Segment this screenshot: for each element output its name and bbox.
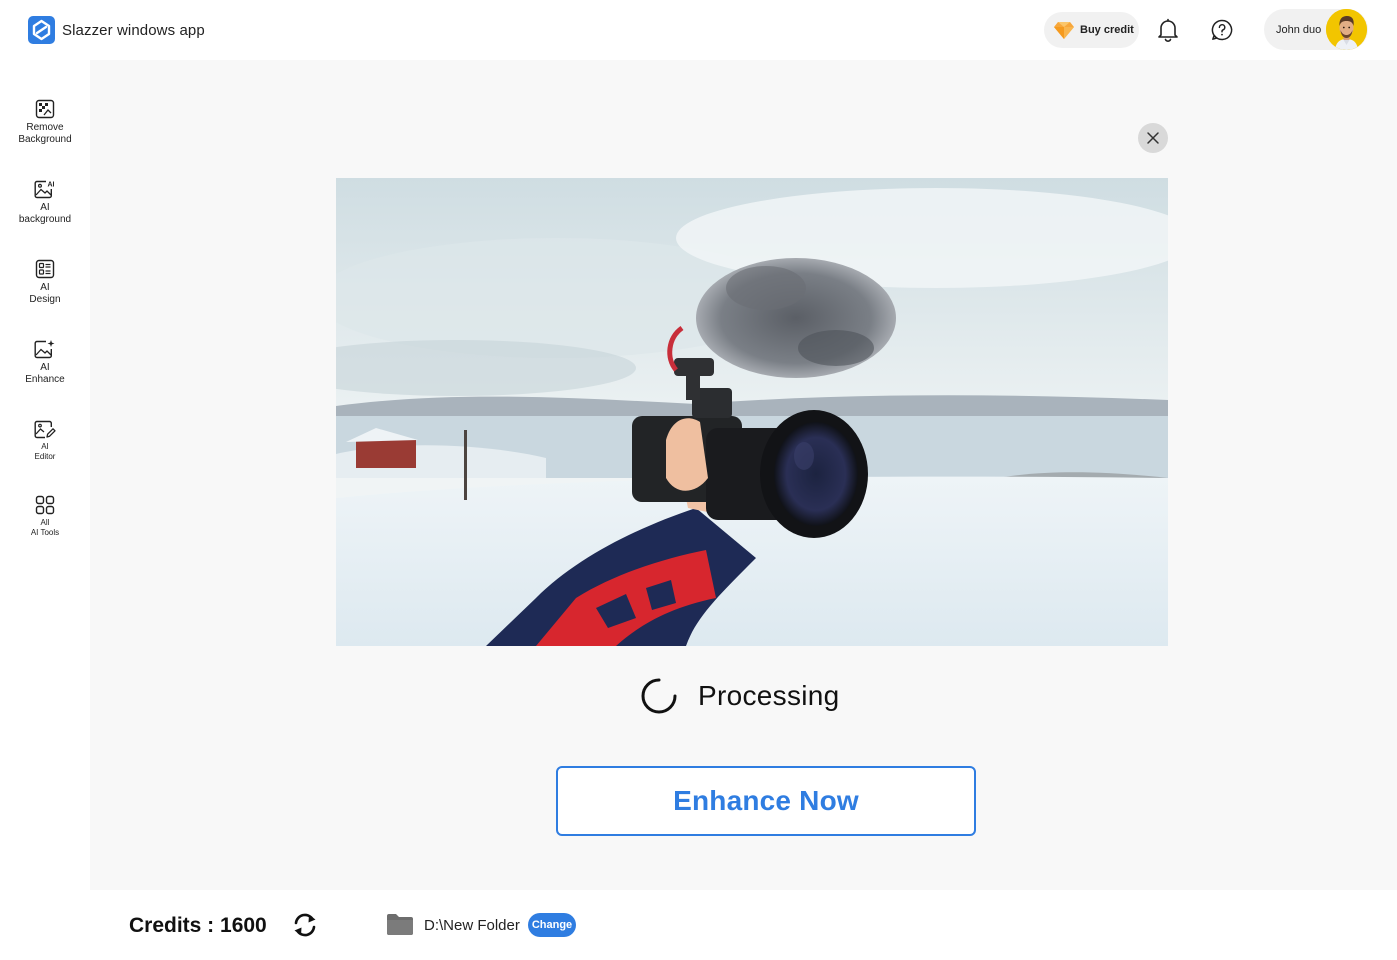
sidebar-item-remove-background[interactable]: Remove Background — [0, 98, 90, 146]
slazzer-logo-icon — [28, 16, 55, 44]
diamond-icon — [1054, 22, 1074, 39]
processing-status: Processing — [640, 677, 840, 715]
user-name: John duo — [1276, 23, 1322, 36]
bell-icon — [1158, 18, 1178, 42]
sidebar-item-ai-enhance[interactable]: AI Enhance — [0, 338, 90, 386]
help-button[interactable] — [1208, 16, 1236, 44]
sidebar-item-ai-design[interactable]: AI Design — [0, 258, 90, 306]
spinner-icon — [641, 678, 677, 714]
change-folder-button[interactable]: Change — [528, 913, 576, 937]
help-question-icon — [1211, 19, 1233, 41]
workspace: Processing Enhance Now — [90, 60, 1397, 890]
sidebar-item-label: AI background — [18, 202, 72, 225]
sidebar-item-label: AI Design — [29, 282, 61, 305]
buy-credit-button[interactable]: Buy credit — [1044, 12, 1139, 48]
processing-text: Processing — [698, 680, 840, 711]
ai-background-icon: AI — [34, 178, 56, 200]
ai-design-icon — [34, 258, 56, 280]
user-menu[interactable]: John duo — [1264, 9, 1368, 50]
avatar — [1326, 9, 1367, 50]
sidebar-item-label: Remove Background — [18, 122, 72, 145]
folder-icon — [387, 914, 413, 935]
output-folder-path: D:\New Folder — [424, 917, 520, 934]
svg-text:AI: AI — [48, 182, 55, 189]
close-icon — [1147, 132, 1159, 144]
sync-icon — [294, 913, 316, 937]
sidebar-item-label: All AI Tools — [30, 518, 60, 537]
app-title: Slazzer windows app — [62, 21, 205, 39]
enhance-now-button[interactable]: Enhance Now — [556, 766, 976, 836]
sidebar-item-all-ai-tools[interactable]: All AI Tools — [0, 494, 90, 538]
ai-editor-icon — [34, 418, 56, 440]
status-bar: Credits : 1600 D:\New Folder Change — [0, 890, 1397, 960]
top-bar: Slazzer windows app Buy credit John duo — [0, 0, 1397, 60]
app-window: Slazzer windows app Buy credit John duo … — [0, 0, 1397, 960]
sidebar-item-ai-background[interactable]: AI AI background — [0, 178, 90, 226]
brand: Slazzer windows app — [28, 16, 205, 44]
grid-icon — [34, 494, 56, 516]
credits-count: Credits : 1600 — [129, 914, 267, 937]
buy-credit-label: Buy credit — [1080, 24, 1134, 36]
sidebar-item-ai-editor[interactable]: AI Editor — [0, 418, 90, 462]
tools-sidebar: Remove Background AI AI background AI De… — [0, 60, 90, 890]
sync-button[interactable] — [291, 912, 319, 938]
photo-illustration — [336, 178, 1168, 646]
sidebar-item-label: AI Enhance — [25, 362, 65, 385]
preview-image — [336, 178, 1168, 646]
sidebar-item-label: AI Editor — [34, 442, 56, 461]
remove-background-icon — [34, 98, 56, 120]
close-button[interactable] — [1138, 123, 1168, 153]
ai-enhance-icon — [34, 338, 56, 360]
notifications-button[interactable] — [1154, 16, 1182, 44]
